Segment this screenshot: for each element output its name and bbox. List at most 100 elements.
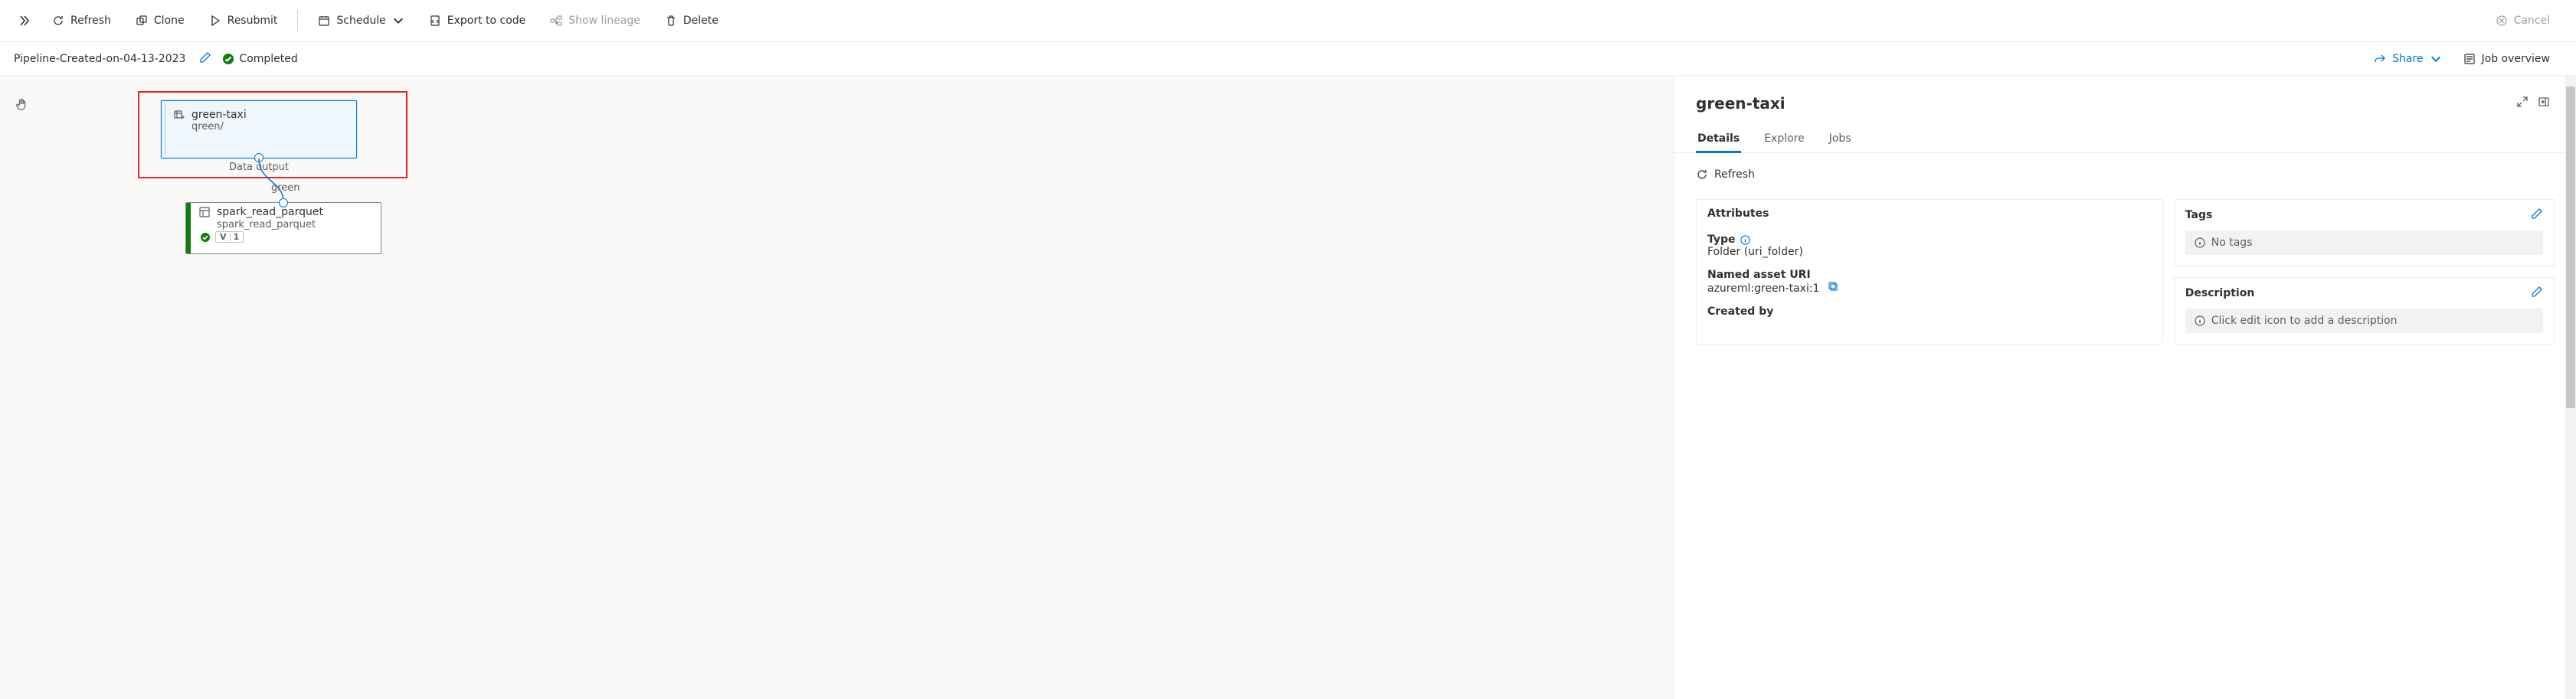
type-label: Type xyxy=(1707,234,1750,246)
tags-empty: No tags xyxy=(2185,230,2543,255)
version-number: 1 xyxy=(234,232,240,242)
info-icon xyxy=(2195,315,2205,326)
tags-heading: Tags xyxy=(2185,209,2213,221)
data-node-output-name: Data output xyxy=(161,162,357,173)
refresh-icon xyxy=(1696,168,1708,181)
data-node-title: green-taxi xyxy=(191,109,247,121)
calendar-icon xyxy=(318,15,330,27)
cancel-label: Cancel xyxy=(2514,15,2550,27)
data-node-subtitle: qreen/ xyxy=(173,121,345,132)
list-icon xyxy=(2463,53,2476,65)
attributes-card: Attributes Type Folder (uri_folder) Name… xyxy=(1696,199,2163,345)
tags-empty-text: No tags xyxy=(2211,237,2253,249)
tab-jobs[interactable]: Jobs xyxy=(1828,126,1853,152)
success-icon xyxy=(222,53,234,65)
panel-tabs: Details Explore Jobs xyxy=(1674,120,2576,153)
copy-uri-button[interactable] xyxy=(1828,281,1838,295)
edit-name-button[interactable] xyxy=(196,48,214,70)
divider xyxy=(297,10,298,31)
cancel-icon xyxy=(2496,15,2508,27)
dock-right-button[interactable] xyxy=(2533,91,2555,116)
code-file-icon xyxy=(429,15,441,27)
share-icon xyxy=(2374,53,2386,65)
delete-label: Delete xyxy=(683,15,718,27)
copy-icon xyxy=(1828,281,1838,292)
hand-icon xyxy=(15,97,29,111)
panel-title: green-taxi xyxy=(1696,94,2512,113)
share-label: Share xyxy=(2392,53,2423,65)
pencil-icon xyxy=(2531,286,2543,298)
lineage-label: Show lineage xyxy=(568,15,640,27)
version-pill: V 1 xyxy=(215,231,244,243)
component-subtitle: spark_read_parquet xyxy=(198,219,373,230)
trash-icon xyxy=(665,15,677,27)
open-full-button[interactable] xyxy=(2512,91,2533,116)
schedule-button[interactable]: Schedule xyxy=(307,8,414,33)
component-node-spark-read-parquet[interactable]: spark_read_parquet spark_read_parquet V … xyxy=(185,202,381,254)
expand-diagonal-icon xyxy=(2516,96,2529,108)
chevron-double-right-icon xyxy=(18,15,31,27)
named-uri-value: azureml:green-taxi:1 xyxy=(1707,283,1819,295)
dock-right-icon xyxy=(2538,96,2550,108)
panel-refresh-button[interactable]: Refresh xyxy=(1696,162,2555,187)
refresh-label: Refresh xyxy=(70,15,111,27)
component-title: spark_read_parquet xyxy=(217,206,323,218)
scrollbar-track[interactable] xyxy=(2565,76,2576,699)
lineage-icon xyxy=(550,15,562,27)
resubmit-label: Resubmit xyxy=(227,15,278,27)
pan-tool-button[interactable] xyxy=(15,97,29,114)
pipeline-name: Pipeline-Created-on-04-13-2023 xyxy=(14,53,185,65)
tab-details[interactable]: Details xyxy=(1696,126,1741,153)
command-bar: Refresh Clone Resubmit Schedule Export t… xyxy=(0,0,2576,42)
expand-button[interactable] xyxy=(14,10,35,31)
tags-card: Tags No tags xyxy=(2174,199,2555,266)
pencil-icon xyxy=(199,51,211,64)
tab-explore[interactable]: Explore xyxy=(1763,126,1806,152)
attributes-heading: Attributes xyxy=(1707,207,1769,220)
version-letter: V xyxy=(220,232,227,242)
component-icon xyxy=(198,206,211,218)
share-button[interactable]: Share xyxy=(2363,47,2452,71)
panel-refresh-label: Refresh xyxy=(1714,168,1755,181)
refresh-icon xyxy=(52,15,64,27)
pipeline-header: Pipeline-Created-on-04-13-2023 Completed… xyxy=(0,42,2576,76)
scrollbar-thumb[interactable] xyxy=(2566,87,2575,408)
named-uri-label: Named asset URI xyxy=(1707,269,1811,281)
export-label: Export to code xyxy=(447,15,526,27)
data-node-green-taxi[interactable]: green-taxi qreen/ xyxy=(161,100,357,158)
status-text: Completed xyxy=(239,53,297,65)
resubmit-button[interactable]: Resubmit xyxy=(198,8,289,33)
pencil-icon xyxy=(2531,207,2543,220)
work-area: green-taxi qreen/ Data output green spar… xyxy=(0,76,2576,699)
clone-label: Clone xyxy=(154,15,185,27)
details-panel: green-taxi Details Explore Jobs Refresh xyxy=(1674,76,2576,699)
lineage-button: Show lineage xyxy=(539,8,651,33)
schedule-label: Schedule xyxy=(336,15,385,27)
cancel-button: Cancel xyxy=(2485,8,2561,33)
chevron-down-icon xyxy=(2430,53,2442,65)
status-badge: Completed xyxy=(222,53,297,65)
input-port[interactable] xyxy=(279,198,288,207)
description-card: Description Click edit icon to add a des… xyxy=(2174,277,2555,345)
edit-description-button[interactable] xyxy=(2531,286,2543,301)
clone-icon xyxy=(136,15,148,27)
description-heading: Description xyxy=(2185,287,2255,299)
export-button[interactable]: Export to code xyxy=(418,8,537,33)
edit-tags-button[interactable] xyxy=(2531,207,2543,223)
info-icon xyxy=(2195,237,2205,248)
named-uri-row: azureml:green-taxi:1 xyxy=(1707,281,2152,295)
play-icon xyxy=(209,15,221,27)
dataset-icon xyxy=(173,109,185,121)
chevron-down-icon xyxy=(392,15,404,27)
edge-label: green xyxy=(271,182,300,194)
type-value: Folder (uri_folder) xyxy=(1707,246,2152,258)
delete-button[interactable]: Delete xyxy=(654,8,729,33)
info-icon[interactable] xyxy=(1740,235,1750,245)
job-overview-button[interactable]: Job overview xyxy=(2453,47,2561,71)
success-icon xyxy=(200,232,211,243)
panel-body: Refresh Attributes Type Folder (uri_fold… xyxy=(1674,153,2576,699)
refresh-button[interactable]: Refresh xyxy=(41,8,122,33)
clone-button[interactable]: Clone xyxy=(125,8,195,33)
description-empty: Click edit icon to add a description xyxy=(2185,309,2543,333)
created-by-label: Created by xyxy=(1707,305,1773,318)
